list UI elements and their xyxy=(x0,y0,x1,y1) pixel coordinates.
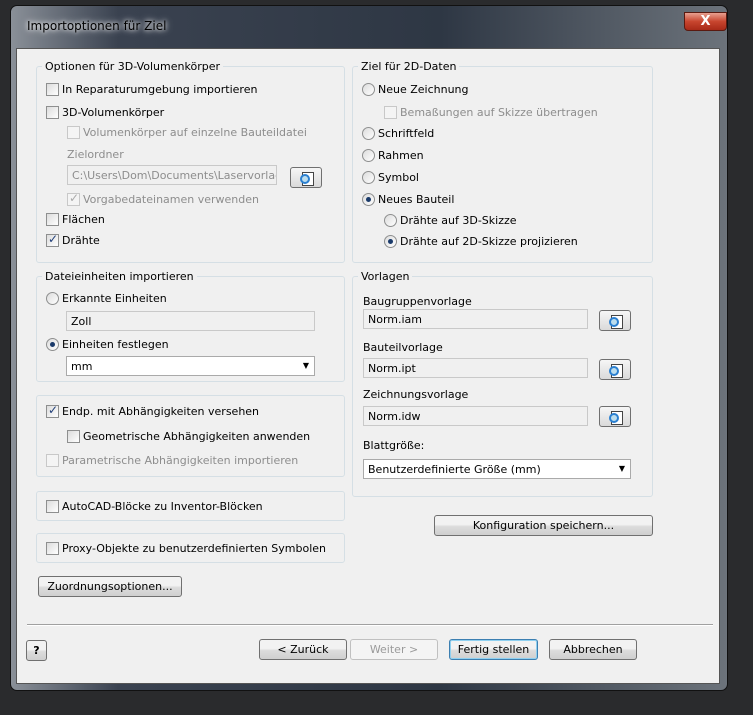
geometric-checkbox[interactable] xyxy=(67,430,80,443)
help-button[interactable]: ? xyxy=(26,640,47,661)
specify-units-label: Einheiten festlegen xyxy=(62,338,169,351)
wires-3d-radio[interactable] xyxy=(384,214,397,227)
wires-3d-label: Drähte auf 3D-Skizze xyxy=(400,214,517,227)
group-title: Vorlagen xyxy=(358,270,413,283)
mapping-options-button[interactable]: Zuordnungsoptionen... xyxy=(38,576,182,597)
wires-2d-radio[interactable] xyxy=(384,235,397,248)
sheet-size-label: Blattgröße: xyxy=(363,439,425,452)
symbol-radio[interactable] xyxy=(362,171,375,184)
new-drawing-label: Neue Zeichnung xyxy=(378,83,469,96)
single-part-label: Volumenkörper auf einzelne Bauteildatei xyxy=(83,126,307,139)
solids3d-checkbox[interactable] xyxy=(46,106,59,119)
single-part-checkbox[interactable] xyxy=(67,126,80,139)
parametric-label: Parametrische Abhängigkeiten importieren xyxy=(62,454,299,467)
surfaces-checkbox[interactable] xyxy=(46,213,59,226)
back-button[interactable]: < Zurück xyxy=(259,639,347,660)
border-label: Rahmen xyxy=(378,149,424,162)
title-block-radio[interactable] xyxy=(362,127,375,140)
new-part-label: Neues Bauteil xyxy=(378,193,455,206)
proxy-checkbox[interactable] xyxy=(46,542,59,555)
units-select[interactable]: mm xyxy=(66,356,315,376)
footer-divider xyxy=(27,624,713,626)
window-title: Importoptionen für Ziel xyxy=(27,19,167,33)
browse-assembly-icon[interactable] xyxy=(599,310,631,331)
repair-checkbox[interactable] xyxy=(46,83,59,96)
wires-checkbox[interactable] xyxy=(46,232,59,247)
assembly-template-input[interactable]: Norm.iam xyxy=(363,309,588,329)
sheet-size-select[interactable]: Benutzerdefinierte Größe (mm) xyxy=(363,459,631,479)
part-template-input[interactable]: Norm.ipt xyxy=(363,358,588,378)
detected-units-label: Erkannte Einheiten xyxy=(62,292,167,305)
drawing-template-input[interactable]: Norm.idw xyxy=(363,406,588,426)
geometric-label: Geometrische Abhängigkeiten anwenden xyxy=(83,430,311,443)
group-title: Ziel für 2D-Daten xyxy=(358,60,460,73)
save-configuration-button[interactable]: Konfiguration speichern... xyxy=(434,515,653,536)
dimensions-checkbox[interactable] xyxy=(384,106,397,119)
target-folder-input[interactable]: C:\Users\Dom\Documents\Laservorlagen xyxy=(67,165,277,185)
solids3d-label: 3D-Volumenkörper xyxy=(62,106,165,119)
border-radio[interactable] xyxy=(362,149,375,162)
target-folder-label: Zielordner xyxy=(67,148,124,161)
close-button[interactable]: X xyxy=(684,12,727,31)
drawing-template-label: Zeichnungsvorlage xyxy=(363,388,469,401)
symbol-label: Symbol xyxy=(378,171,419,184)
group-title: Optionen für 3D-Volumenkörper xyxy=(42,60,223,73)
cancel-button[interactable]: Abbrechen xyxy=(549,639,637,660)
surfaces-label: Flächen xyxy=(62,213,105,226)
autocad-blocks-label: AutoCAD-Blöcke zu Inventor-Blöcken xyxy=(62,500,263,513)
dimensions-label: Bemaßungen auf Skizze übertragen xyxy=(400,106,598,119)
browse-drawing-icon[interactable] xyxy=(599,406,631,427)
default-names-checkbox[interactable] xyxy=(67,191,80,206)
finish-button[interactable]: Fertig stellen xyxy=(449,639,538,660)
assembly-template-label: Baugruppenvorlage xyxy=(363,295,472,308)
new-drawing-radio[interactable] xyxy=(362,83,375,96)
group-title: Dateieinheiten importieren xyxy=(42,270,197,283)
endpoints-label: Endp. mit Abhängigkeiten versehen xyxy=(62,405,260,418)
next-button[interactable]: Weiter > xyxy=(350,639,438,660)
specify-units-radio[interactable] xyxy=(46,338,59,351)
browse-part-icon[interactable] xyxy=(599,359,631,380)
title-block-label: Schriftfeld xyxy=(378,127,435,140)
endpoints-checkbox[interactable] xyxy=(46,403,59,418)
repair-label: In Reparaturumgebung importieren xyxy=(62,83,258,96)
proxy-label: Proxy-Objekte zu benutzerdefinierten Sym… xyxy=(62,542,327,555)
part-template-label: Bauteilvorlage xyxy=(363,341,443,354)
detected-units-input: Zoll xyxy=(66,311,315,331)
new-part-radio[interactable] xyxy=(362,193,375,206)
detected-units-radio[interactable] xyxy=(46,292,59,305)
wires-label: Drähte xyxy=(62,234,100,247)
wires-2d-label: Drähte auf 2D-Skizze projizieren xyxy=(400,235,578,248)
dialog-body: Optionen für 3D-Volumenkörper In Reparat… xyxy=(16,48,720,684)
browse-folder-icon[interactable] xyxy=(290,167,322,188)
default-names-label: Vorgabedateinamen verwenden xyxy=(83,193,259,206)
autocad-blocks-checkbox[interactable] xyxy=(46,500,59,513)
parametric-checkbox[interactable] xyxy=(46,454,59,467)
